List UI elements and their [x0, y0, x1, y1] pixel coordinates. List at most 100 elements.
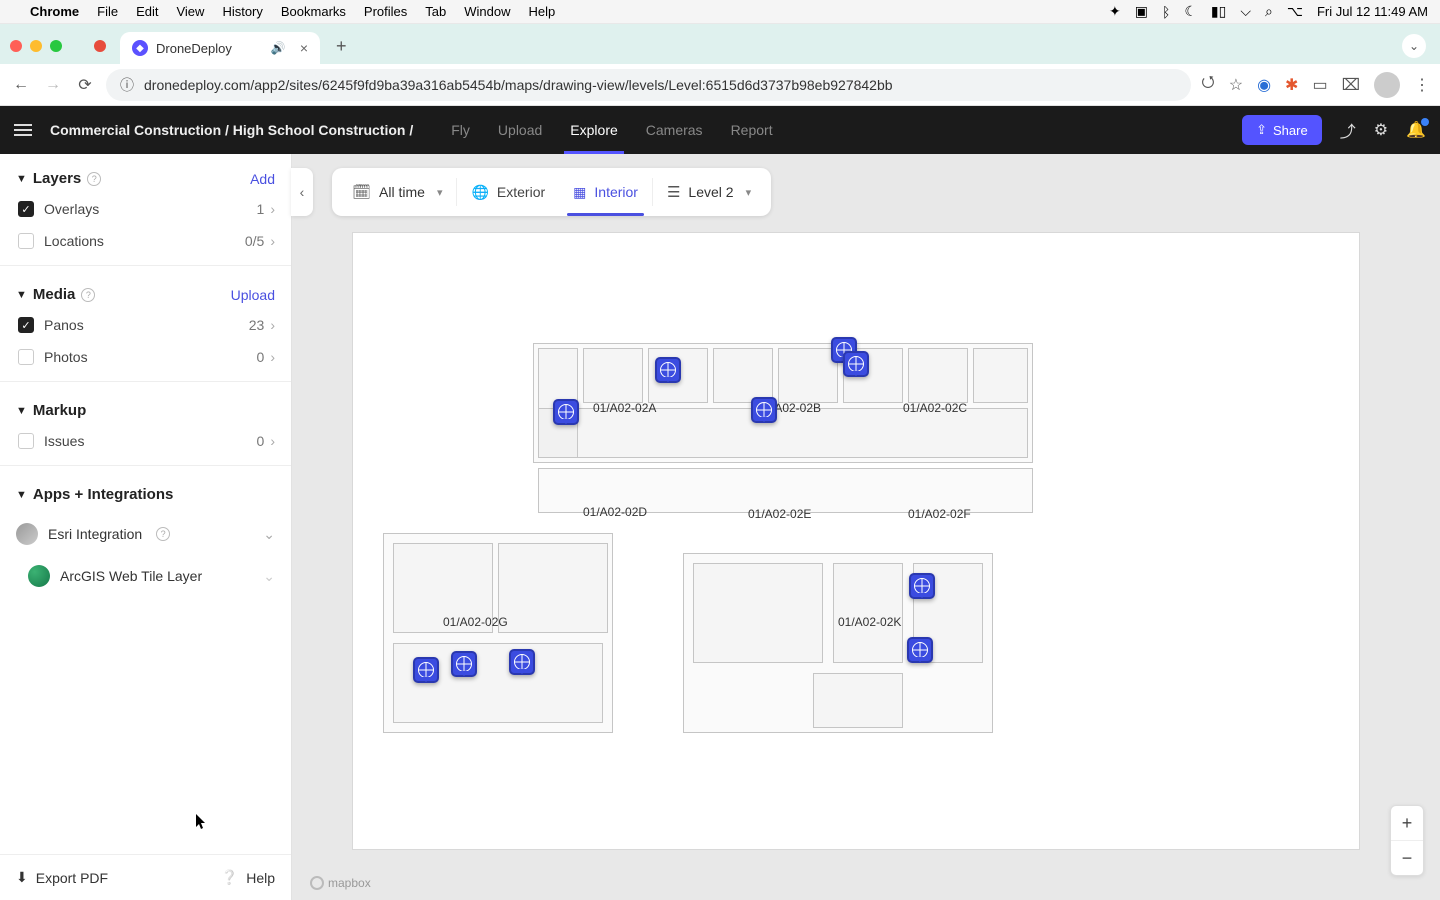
section-layers-title: Layers [33, 170, 81, 187]
layers-add-link[interactable]: Add [250, 171, 275, 187]
pano-marker[interactable] [907, 637, 933, 663]
window-minimize-button[interactable] [30, 40, 42, 52]
extension-icon-1[interactable]: ◉ [1257, 75, 1271, 95]
info-icon[interactable]: ? [81, 288, 95, 302]
pano-marker[interactable] [655, 357, 681, 383]
view-interior-tab[interactable]: ▦ Interior [559, 168, 652, 216]
chevron-down-icon[interactable]: ⌄ [263, 526, 275, 543]
extension-icon-2[interactable]: ✱ [1285, 75, 1298, 95]
browser-tab[interactable]: ◆ DroneDeploy 🔊 × [120, 32, 320, 64]
layer-overlays-row[interactable]: ✓ Overlays 1 › [16, 193, 275, 225]
pano-marker[interactable] [909, 573, 935, 599]
wifi-icon[interactable]: ⌵ [1240, 3, 1251, 20]
pano-marker[interactable] [553, 399, 579, 425]
export-pdf-button[interactable]: ⬇ Export PDF [16, 869, 108, 886]
checkbox-checked-icon[interactable]: ✓ [18, 201, 34, 217]
view-exterior-tab[interactable]: 🌐 Exterior [457, 168, 559, 216]
media-upload-link[interactable]: Upload [231, 287, 275, 303]
window-close-button[interactable] [10, 40, 22, 52]
menu-history[interactable]: History [222, 4, 262, 19]
info-icon[interactable]: ? [87, 172, 101, 186]
checkbox-checked-icon[interactable]: ✓ [18, 317, 34, 333]
site-settings-icon[interactable]: ⓘ [120, 75, 134, 95]
media-panos-row[interactable]: ✓ Panos 23 › [16, 309, 275, 341]
back-button[interactable]: ← [10, 76, 32, 94]
nav-cameras[interactable]: Cameras [646, 108, 703, 152]
nav-explore[interactable]: Explore [570, 108, 617, 152]
nav-fly[interactable]: Fly [451, 108, 470, 152]
bluetooth-icon[interactable]: ᛒ [1162, 4, 1170, 20]
help-button[interactable]: ❔ Help [221, 869, 275, 886]
pano-marker[interactable] [451, 651, 477, 677]
reload-button[interactable]: ⟳ [74, 75, 96, 95]
battery-icon[interactable]: ▮▯ [1211, 3, 1226, 20]
menubar-clock[interactable]: Fri Jul 12 11:49 AM [1317, 4, 1428, 19]
media-photos-row[interactable]: Photos 0 › [16, 341, 275, 373]
zoom-out-button[interactable]: − [1391, 841, 1423, 875]
moon-icon[interactable]: ☾ [1184, 3, 1197, 20]
menu-file[interactable]: File [97, 4, 118, 19]
section-markup-header[interactable]: ▼ Markup [16, 396, 275, 425]
tab-audio-icon[interactable]: 🔊 [271, 41, 286, 55]
recording-indicator-icon[interactable] [94, 40, 106, 52]
menu-window[interactable]: Window [464, 4, 510, 19]
menubar-app-icon[interactable]: ✦ [1109, 3, 1121, 20]
window-zoom-button[interactable] [50, 40, 62, 52]
share-button[interactable]: ⇪ Share [1242, 115, 1322, 145]
sidebar-collapse-button[interactable]: ‹ [291, 168, 313, 216]
tab-search-button[interactable]: ⌄ [1402, 34, 1426, 58]
info-icon[interactable]: ? [156, 527, 170, 541]
export-pdf-label: Export PDF [36, 870, 108, 886]
chevron-right-icon: › [270, 233, 275, 249]
profile-avatar[interactable] [1374, 72, 1400, 98]
menu-view[interactable]: View [176, 4, 204, 19]
main-menu-button[interactable] [14, 124, 32, 136]
chevron-down-icon[interactable]: ⌄ [263, 568, 275, 585]
new-tab-button[interactable]: + [328, 36, 355, 57]
menu-tab[interactable]: Tab [425, 4, 446, 19]
checkbox-empty-icon[interactable] [18, 233, 34, 249]
view-exterior-label: Exterior [497, 184, 545, 200]
menu-profiles[interactable]: Profiles [364, 4, 407, 19]
settings-gear-icon[interactable]: ⚙ [1374, 120, 1388, 140]
pano-marker[interactable] [413, 657, 439, 683]
menu-bookmarks[interactable]: Bookmarks [281, 4, 346, 19]
floorplan-label: 01/A02-02C [903, 401, 967, 415]
app-name[interactable]: Chrome [30, 4, 79, 19]
nav-report[interactable]: Report [731, 108, 773, 152]
menu-help[interactable]: Help [529, 4, 556, 19]
level-dropdown[interactable]: ☰ Level 2 [653, 168, 765, 216]
reader-mode-icon[interactable]: ▭ [1312, 75, 1327, 95]
extensions-puzzle-icon[interactable]: ⌧ [1342, 75, 1360, 95]
pano-marker[interactable] [509, 649, 535, 675]
floorplan-viewport[interactable]: 01/A02-02A/A02-02B01/A02-02C01/A02-02D01… [352, 232, 1360, 850]
checkbox-empty-icon[interactable] [18, 433, 34, 449]
pano-marker[interactable] [751, 397, 777, 423]
control-center-icon[interactable]: ⌥ [1287, 3, 1303, 20]
integration-arcgis-row[interactable]: ArcGIS Web Tile Layer ⌄ [0, 555, 291, 597]
section-layers-header[interactable]: ▼ Layers ? Add [16, 164, 275, 193]
checkbox-empty-icon[interactable] [18, 349, 34, 365]
notifications-bell-icon[interactable]: 🔔 [1406, 120, 1426, 140]
markup-issues-row[interactable]: Issues 0 › [16, 425, 275, 457]
zoom-in-button[interactable]: + [1391, 806, 1423, 840]
upload-icon[interactable]: ⤴ [1340, 118, 1356, 142]
spotlight-icon[interactable]: ⌕ [1265, 3, 1273, 20]
tab-close-icon[interactable]: × [300, 40, 308, 56]
section-media-header[interactable]: ▼ Media ? Upload [16, 280, 275, 309]
chrome-menu-icon[interactable]: ⋮ [1414, 75, 1430, 95]
section-apps-header[interactable]: ▼ Apps + Integrations [16, 480, 275, 509]
integration-esri-row[interactable]: Esri Integration ? ⌄ [0, 513, 291, 555]
address-bar[interactable]: ⓘ dronedeploy.com/app2/sites/6245f9fd9ba… [106, 69, 1191, 101]
media-panos-label: Panos [44, 317, 249, 333]
stage-manager-icon[interactable]: ▣ [1135, 3, 1148, 20]
translate-icon[interactable]: ⭯ [1201, 71, 1214, 98]
bookmark-star-icon[interactable]: ☆ [1229, 75, 1243, 95]
layer-locations-row[interactable]: Locations 0/5 › [16, 225, 275, 257]
time-filter-dropdown[interactable]: 🗓 All time [338, 168, 456, 216]
pano-marker[interactable] [843, 351, 869, 377]
map-canvas[interactable]: ‹ 🗓 All time 🌐 Exterior ▦ Interior ☰ Lev… [292, 154, 1440, 900]
nav-upload[interactable]: Upload [498, 108, 542, 152]
menu-edit[interactable]: Edit [136, 4, 158, 19]
breadcrumb[interactable]: Commercial Construction / High School Co… [50, 122, 413, 138]
